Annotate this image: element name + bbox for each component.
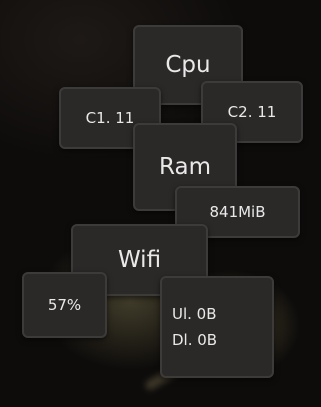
- wifi-signal-widget[interactable]: 57%: [22, 272, 107, 338]
- upload-value: Ul. 0B: [172, 305, 217, 323]
- ram-title: Ram: [159, 154, 211, 180]
- cpu-core2-value: C2. 11: [227, 103, 277, 121]
- wifi-title: Wifi: [117, 247, 162, 273]
- cpu-title: Cpu: [165, 52, 211, 78]
- wifi-signal-value: 57%: [47, 296, 82, 314]
- network-traffic-widget[interactable]: Ul. 0B Dl. 0B: [160, 276, 274, 378]
- cpu-core1-value: C1. 11: [85, 109, 135, 127]
- ram-usage-value: 841MiB: [209, 203, 266, 221]
- download-value: Dl. 0B: [172, 331, 218, 349]
